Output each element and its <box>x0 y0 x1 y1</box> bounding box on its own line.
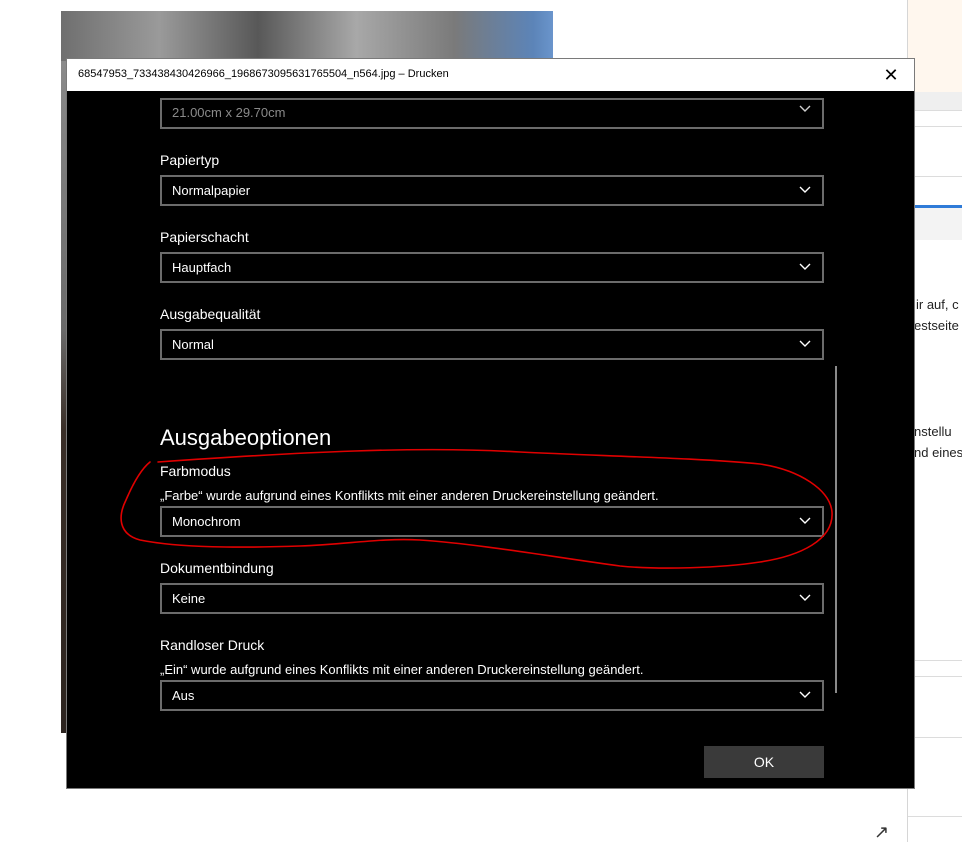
background-right-panel: ir auf, c estseite nstellu nd eines <box>907 0 962 842</box>
paper-tray-dropdown[interactable]: Hauptfach <box>160 252 824 283</box>
close-icon: ✕ <box>883 64 899 85</box>
output-quality-value: Normal <box>172 337 214 352</box>
paper-size-value: 21.00cm x 29.70cm <box>172 105 286 120</box>
dialog-title: 68547953_733438430426966_196867309563176… <box>78 68 449 80</box>
right-panel-text: ir auf, c <box>916 297 959 312</box>
close-button[interactable]: ✕ <box>868 59 914 91</box>
paper-tray-label: Papierschacht <box>160 229 249 245</box>
expand-arrow-icon[interactable]: ↗ <box>874 822 889 843</box>
color-mode-conflict-note: „Farbe“ wurde aufgrund eines Konflikts m… <box>160 488 659 503</box>
chevron-down-icon <box>799 594 811 601</box>
color-mode-value: Monochrom <box>172 514 241 529</box>
right-panel-band <box>908 208 962 240</box>
binding-dropdown[interactable]: Keine <box>160 583 824 614</box>
chevron-down-icon <box>799 105 811 112</box>
divider <box>908 126 962 127</box>
paper-type-value: Normalpapier <box>172 183 251 198</box>
binding-label: Dokumentbindung <box>160 560 274 576</box>
borderless-dropdown[interactable]: Aus <box>160 680 824 711</box>
right-panel-text: nstellu <box>914 424 952 439</box>
dialog-titlebar: 68547953_733438430426966_196867309563176… <box>67 59 914 91</box>
binding-value: Keine <box>172 591 206 606</box>
borderless-value: Aus <box>172 688 195 703</box>
divider <box>908 176 962 177</box>
output-quality-dropdown[interactable]: Normal <box>160 329 824 360</box>
print-dialog: 68547953_733438430426966_196867309563176… <box>66 58 915 789</box>
right-panel-text: estseite <box>914 318 959 333</box>
borderless-label: Randloser Druck <box>160 637 265 653</box>
color-mode-label: Farbmodus <box>160 463 231 479</box>
ok-button[interactable]: OK <box>704 746 824 778</box>
color-mode-dropdown[interactable]: Monochrom <box>160 506 824 537</box>
paper-size-dropdown[interactable]: 21.00cm x 29.70cm <box>160 98 824 129</box>
chevron-down-icon <box>799 691 811 698</box>
paper-type-dropdown[interactable]: Normalpapier <box>160 175 824 206</box>
right-panel-toolbar <box>908 92 962 111</box>
divider <box>908 660 962 661</box>
chevron-down-icon <box>799 340 811 347</box>
right-panel-header <box>908 0 962 92</box>
borderless-conflict-note: „Ein“ wurde aufgrund eines Konflikts mit… <box>160 662 644 677</box>
background-photo <box>61 11 553 61</box>
section-heading: Ausgabeoptionen <box>160 425 332 450</box>
chevron-down-icon <box>799 263 811 270</box>
chevron-down-icon <box>799 186 811 193</box>
divider <box>908 816 962 817</box>
chevron-down-icon <box>799 517 811 524</box>
right-panel-text: nd eines <box>914 445 962 460</box>
divider <box>908 676 962 677</box>
paper-tray-value: Hauptfach <box>172 260 232 275</box>
output-quality-label: Ausgabequalität <box>160 306 261 322</box>
divider <box>908 737 962 738</box>
scrollbar[interactable] <box>835 366 837 693</box>
paper-type-label: Papiertyp <box>160 152 220 168</box>
